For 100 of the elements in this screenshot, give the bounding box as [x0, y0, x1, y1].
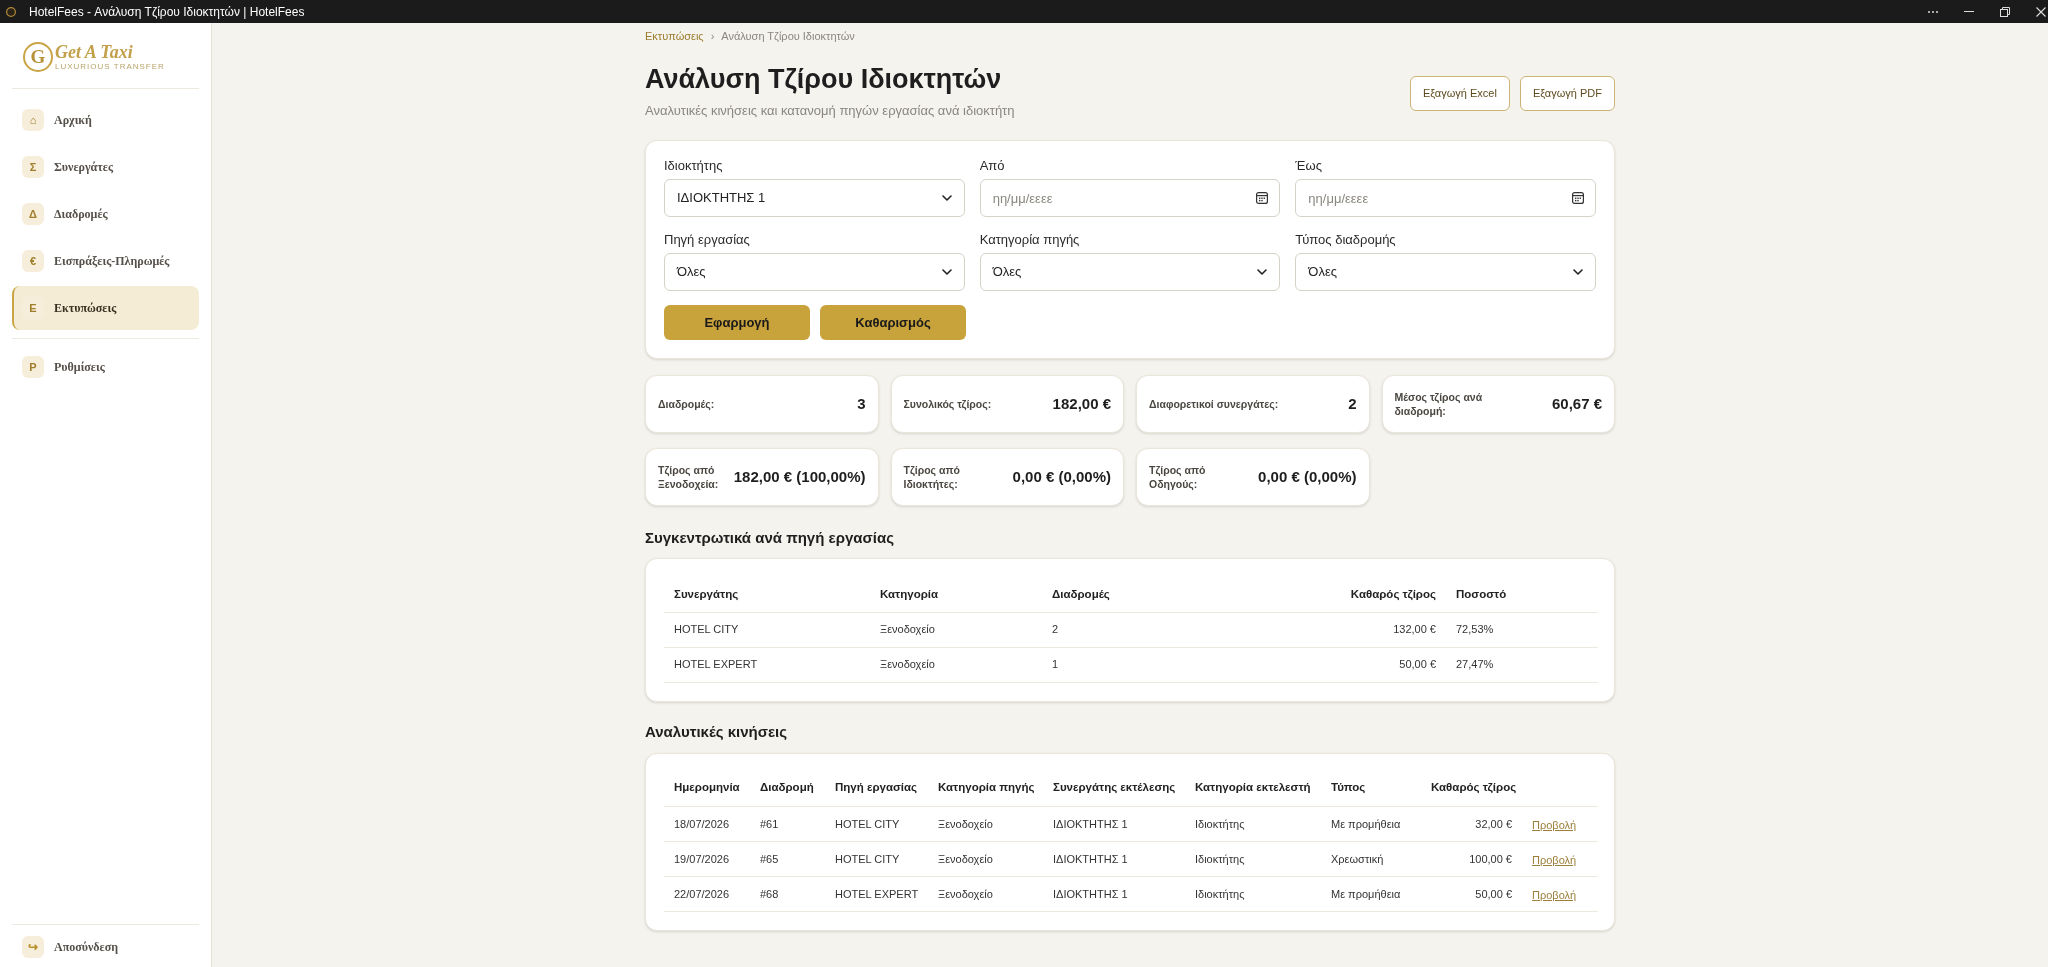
filter-button[interactable]: Καθαρισμός — [820, 305, 966, 340]
view-link[interactable]: Προβολή — [1532, 889, 1577, 901]
logout-button[interactable]: ↪ Αποσύνδεση — [12, 927, 199, 967]
stat-value: 0,00 € (0,00%) — [1012, 466, 1111, 487]
field-label: Ιδιοκτήτης — [664, 159, 724, 173]
stat-value: 182,00 € (100,00%) — [733, 466, 866, 487]
table-cell: ΙΔΙΟΚΤΗΤΗΣ 1 — [1043, 841, 1185, 877]
calendar-icon[interactable] — [1572, 192, 1584, 204]
column-header: Κατηγορία — [870, 577, 1042, 612]
table-cell: 32,00 € — [1421, 806, 1522, 842]
field-label: Έως — [1295, 159, 1323, 173]
table-cell: Ιδιοκτήτης — [1185, 806, 1321, 842]
column-header: Διαδρομή — [750, 769, 825, 807]
menu-item-icon: Ρ — [22, 356, 44, 378]
table-cell: Με προμήθεια — [1321, 806, 1421, 842]
logo-name: Get A Taxi — [55, 42, 134, 62]
table-cell: 132,00 € — [1300, 612, 1446, 647]
select-field[interactable]: Όλες — [664, 253, 965, 291]
restore-icon[interactable] — [2000, 6, 2010, 17]
select-field[interactable]: Όλες — [1295, 253, 1596, 291]
stat-label: Διαφορετικοί συνεργάτες: — [1149, 397, 1280, 411]
logo-tagline: LUXURIOUS TRANSFER — [55, 62, 165, 72]
sidebar-menu-item[interactable]: Σ Συνεργάτες — [12, 145, 199, 189]
sidebar-menu-item[interactable]: Ρ Ρυθμίσεις — [12, 345, 199, 389]
table-cell: 19/07/2026 — [664, 841, 750, 877]
page-subtitle: Αναλυτικές κινήσεις και κατανομή πηγών εργασίας ανά ιδιοκτήτη — [645, 102, 1015, 120]
date-field[interactable]: ηη/μμ/εεεε — [1295, 179, 1596, 217]
stat-label: Τζίρος από Ξενοδοχεία: — [658, 463, 718, 491]
table-cell: Ιδιοκτήτης — [1185, 841, 1321, 877]
table-cell: Ξενοδοχείο — [928, 876, 1043, 912]
breadcrumb-current: Ανάλυση Τζίρου Ιδιοκτητών — [721, 29, 855, 43]
table-cell: 2 — [1042, 612, 1300, 647]
section-title: Συγκεντρωτικά ανά πηγή εργασίας — [645, 528, 895, 548]
sidebar-menu-item[interactable]: Δ Διαδρομές — [12, 192, 199, 236]
menu-item-icon: Ε — [22, 297, 44, 319]
chevron-down-icon — [941, 195, 952, 201]
table-cell: 50,00 € — [1300, 647, 1446, 682]
menu-item-icon: Δ — [22, 203, 44, 225]
more-icon[interactable] — [1928, 10, 1938, 13]
column-header: Ποσοστό — [1446, 577, 1598, 612]
view-link[interactable]: Προβολή — [1532, 854, 1577, 866]
table-cell: 22/07/2026 — [664, 876, 750, 912]
page-title: Ανάλυση Τζίρου Ιδιοκτητών — [645, 63, 1003, 96]
column-header: Πηγή εργασίας — [825, 769, 928, 807]
menu-item-icon: € — [22, 250, 44, 272]
table-cell: 18/07/2026 — [664, 806, 750, 842]
close-icon[interactable] — [2036, 6, 2046, 17]
field-label: Πηγή εργασίας — [664, 233, 751, 247]
calendar-icon[interactable] — [1256, 192, 1269, 204]
view-link[interactable]: Προβολή — [1532, 819, 1577, 831]
select-field[interactable]: ΙΔΙΟΚΤΗΤΗΣ 1 — [664, 179, 965, 217]
date-field[interactable]: ηη/μμ/εεεε — [979, 179, 1281, 217]
export-button[interactable]: Εξαγωγή PDF — [1519, 76, 1615, 111]
table-cell: 100,00 € — [1421, 841, 1522, 877]
logout-icon: ↪ — [22, 936, 44, 958]
logo-mark: G — [23, 42, 53, 72]
breadcrumb-link[interactable]: Εκτυπώσεις — [645, 29, 704, 43]
breadcrumb-separator: › — [710, 29, 715, 43]
stat-label: Τζίρος από Ιδιοκτήτες: — [903, 463, 961, 491]
table-cell: Ξενοδοχείο — [870, 647, 1042, 682]
table-cell: #65 — [750, 841, 825, 877]
sidebar-menu-item[interactable]: € Εισπράξεις-Πληρωμές — [12, 239, 199, 283]
table-cell: HOTEL EXPERT — [664, 647, 870, 682]
export-button[interactable]: Εξαγωγή Excel — [1409, 76, 1510, 111]
field-label: Από — [979, 159, 1006, 173]
stat-value: 0,00 € (0,00%) — [1258, 466, 1357, 487]
sidebar-menu-item[interactable]: ⌂ Αρχική — [12, 98, 199, 142]
field-label: Κατηγορία πηγής — [979, 233, 1081, 247]
select-field[interactable]: Όλες — [979, 253, 1281, 291]
stat-value: 2 — [1348, 393, 1357, 414]
column-header: Διαδρομές — [1042, 577, 1300, 612]
stat-label: Διαδρομές: — [658, 397, 716, 411]
column-header: Συνεργάτης — [664, 577, 870, 612]
menu-item-icon: Σ — [22, 156, 44, 178]
menu-item-icon: ⌂ — [22, 109, 44, 131]
filter-button[interactable]: Εφαρμογή — [664, 305, 810, 340]
section-title: Αναλυτικές κινήσεις — [645, 721, 789, 742]
stat-label: Μέσος τζίρος ανά διαδρομή: — [1394, 390, 1484, 418]
table-cell: HOTEL EXPERT — [825, 876, 928, 912]
table-cell: Ξενοδοχείο — [928, 806, 1043, 842]
column-header: Κατηγορία πηγής — [928, 769, 1043, 807]
table-cell: HOTEL CITY — [664, 612, 870, 647]
table-cell: Ξενοδοχείο — [870, 612, 1042, 647]
table-cell: Χρεωστική — [1321, 841, 1421, 877]
table-cell: Με προμήθεια — [1321, 876, 1421, 912]
table-cell: 72,53% — [1446, 612, 1598, 647]
sidebar-menu-item[interactable]: Ε Εκτυπώσεις — [12, 286, 199, 330]
column-header: Ημερομηνία — [664, 769, 750, 807]
column-header: Καθαρός τζίρος — [1300, 577, 1446, 612]
table-cell: 27,47% — [1446, 647, 1598, 682]
table-cell: HOTEL CITY — [825, 806, 928, 842]
app-icon — [6, 6, 16, 17]
stat-value: 182,00 € — [1052, 393, 1111, 414]
table-cell: ΙΔΙΟΚΤΗΤΗΣ 1 — [1043, 806, 1185, 842]
table-cell: ΙΔΙΟΚΤΗΤΗΣ 1 — [1043, 876, 1185, 912]
table-cell: Ιδιοκτήτης — [1185, 876, 1321, 912]
stat-label: Συνολικός τζίρος: — [903, 397, 993, 411]
chevron-down-icon — [941, 269, 952, 275]
table-cell: HOTEL CITY — [825, 841, 928, 877]
window-title: HotelFees - Ανάλυση Τζίρου Ιδιοκτητών | HotelFees — [29, 3, 305, 21]
